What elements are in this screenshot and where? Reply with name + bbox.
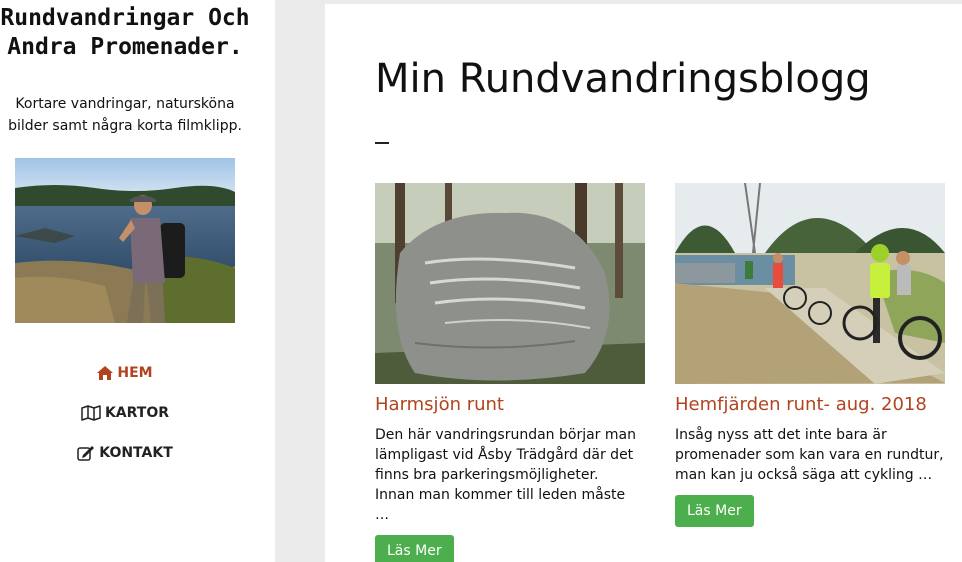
- home-icon: [97, 366, 114, 380]
- post-card: Hemfjärden runt- aug. 2018 Insåg nyss at…: [675, 183, 945, 527]
- map-icon: [81, 405, 101, 421]
- nav-item-kontakt[interactable]: KONTAKT: [0, 440, 250, 466]
- sidebar: Rundvandringar Och Andra Promenader. Kor…: [0, 0, 275, 562]
- nav-label: HEM: [117, 365, 153, 381]
- post-excerpt: Insåg nyss att det inte bara är promenad…: [675, 427, 944, 483]
- post-excerpt: Den här vandringsrundan börjar man lämpl…: [375, 427, 636, 523]
- post-thumbnail[interactable]: [375, 183, 645, 384]
- read-more-button[interactable]: Läs Mer: [675, 495, 754, 527]
- nav-item-kartor[interactable]: KARTOR: [0, 400, 250, 426]
- nav-label: KARTOR: [104, 405, 170, 421]
- post-thumbnail[interactable]: [675, 183, 945, 384]
- nav-item-hem[interactable]: HEM: [0, 360, 250, 386]
- header-photo: [15, 158, 235, 323]
- page-title: Min Rundvandringsblogg: [375, 56, 871, 102]
- read-more-button[interactable]: Läs Mer: [375, 535, 454, 562]
- edit-icon: [77, 445, 95, 461]
- main-nav: HEM KARTOR KONTAKT: [0, 360, 250, 480]
- post-title-link[interactable]: Hemfjärden runt- aug. 2018: [675, 394, 945, 415]
- post-title-link[interactable]: Harmsjön runt: [375, 394, 645, 415]
- title-divider: [375, 142, 389, 144]
- site-title[interactable]: Rundvandringar Och Andra Promenader.: [0, 4, 250, 62]
- main-content: Min Rundvandringsblogg Harmsjön runt Den…: [325, 4, 962, 562]
- post-card: Harmsjön runt Den här vandringsrundan bö…: [375, 183, 645, 562]
- nav-label: KONTAKT: [99, 445, 173, 461]
- site-description: Kortare vandringar, natursköna bilder sa…: [8, 96, 242, 134]
